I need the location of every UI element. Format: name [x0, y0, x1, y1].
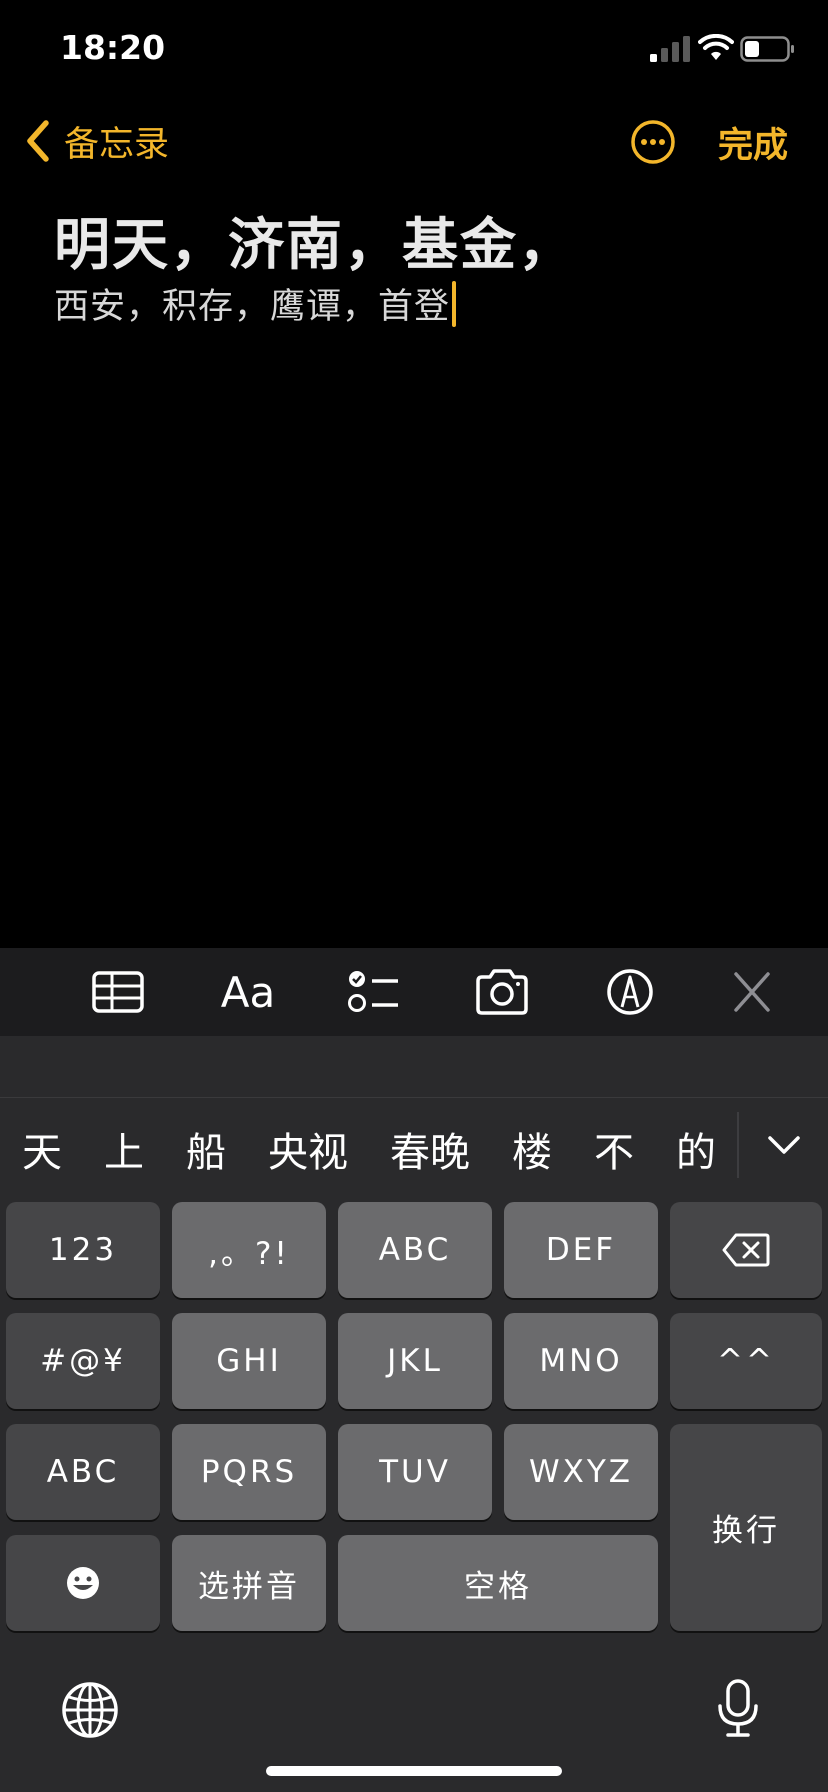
keyboard: 天 上 船 央视 春晚 楼 不 的: [0, 1036, 828, 1792]
composition-bar: [0, 1036, 828, 1098]
wifi-icon: [698, 34, 734, 60]
done-button[interactable]: 完成: [718, 117, 788, 168]
nav-bar: 备忘录 完成: [0, 105, 828, 175]
key-select-pinyin[interactable]: 选拼音: [172, 1535, 326, 1631]
chevron-left-icon: [27, 120, 49, 162]
globe-icon[interactable]: [60, 1680, 120, 1740]
space-key[interactable]: 空格: [338, 1535, 658, 1631]
candidate-word[interactable]: 不: [594, 1120, 634, 1178]
text-caret: [452, 280, 457, 327]
markup-icon: [607, 969, 653, 1015]
key-123[interactable]: 123: [6, 1202, 160, 1298]
back-button[interactable]: 备忘录: [24, 115, 169, 167]
candidate-word[interactable]: 春晚: [390, 1120, 470, 1178]
candidate-word[interactable]: 上: [104, 1120, 144, 1178]
status-bar: 18:20: [0, 0, 828, 100]
close-toolbar-button[interactable]: [722, 962, 782, 1022]
key-def[interactable]: DEF: [504, 1202, 658, 1298]
microphone-icon[interactable]: [708, 1678, 768, 1738]
candidate-word[interactable]: 的: [676, 1120, 716, 1178]
candidate-word[interactable]: 天: [22, 1120, 62, 1178]
candidate-divider: [737, 1112, 739, 1178]
camera-icon: [476, 969, 528, 1015]
more-options-icon[interactable]: [630, 119, 676, 165]
table-icon: [92, 971, 144, 1013]
back-button-label: 备忘录: [64, 124, 170, 165]
emoji-key[interactable]: [6, 1535, 160, 1631]
camera-button[interactable]: [472, 962, 532, 1022]
candidate-word[interactable]: 船: [186, 1120, 226, 1178]
return-key[interactable]: 换行: [670, 1424, 822, 1631]
checklist-icon: [348, 971, 398, 1012]
cellular-signal-icon: [650, 36, 690, 62]
key-wxyz[interactable]: WXYZ: [504, 1424, 658, 1520]
markup-button[interactable]: [600, 962, 660, 1022]
key-ghi[interactable]: GHI: [172, 1313, 326, 1409]
status-time: 18:20: [60, 28, 166, 67]
notes-toolbar: Aa: [0, 948, 828, 1036]
key-jkl[interactable]: JKL: [338, 1313, 492, 1409]
emoji-icon: [67, 1567, 99, 1599]
battery-icon: [740, 36, 794, 62]
close-icon: [734, 972, 770, 1012]
checklist-button[interactable]: [344, 962, 404, 1022]
table-button[interactable]: [88, 962, 148, 1022]
note-title[interactable]: 明天，济南，基金，: [54, 200, 576, 281]
key-abc[interactable]: ABC: [338, 1202, 492, 1298]
note-body[interactable]: 西安，积存，鹰谭，首登: [54, 278, 457, 329]
format-icon: Aa: [220, 967, 276, 1017]
delete-key[interactable]: [670, 1202, 822, 1298]
key-emoticon[interactable]: ^^: [670, 1313, 822, 1409]
key-symbols[interactable]: #@¥: [6, 1313, 160, 1409]
format-button[interactable]: Aa: [218, 962, 278, 1022]
key-mno[interactable]: MNO: [504, 1313, 658, 1409]
candidate-bar: 天 上 船 央视 春晚 楼 不 的: [0, 1098, 828, 1184]
candidate-word[interactable]: 央视: [268, 1120, 348, 1178]
chevron-down-icon[interactable]: [764, 1130, 804, 1160]
key-punctuation[interactable]: ,。?!: [172, 1202, 326, 1298]
key-pqrs[interactable]: PQRS: [172, 1424, 326, 1520]
key-tuv[interactable]: TUV: [338, 1424, 492, 1520]
key-abc-switch[interactable]: ABC: [6, 1424, 160, 1520]
note-body-text: 西安，积存，鹰谭，首登: [54, 287, 451, 327]
candidate-word[interactable]: 楼: [512, 1120, 552, 1178]
backspace-icon: [722, 1233, 770, 1267]
home-indicator[interactable]: [266, 1766, 562, 1776]
